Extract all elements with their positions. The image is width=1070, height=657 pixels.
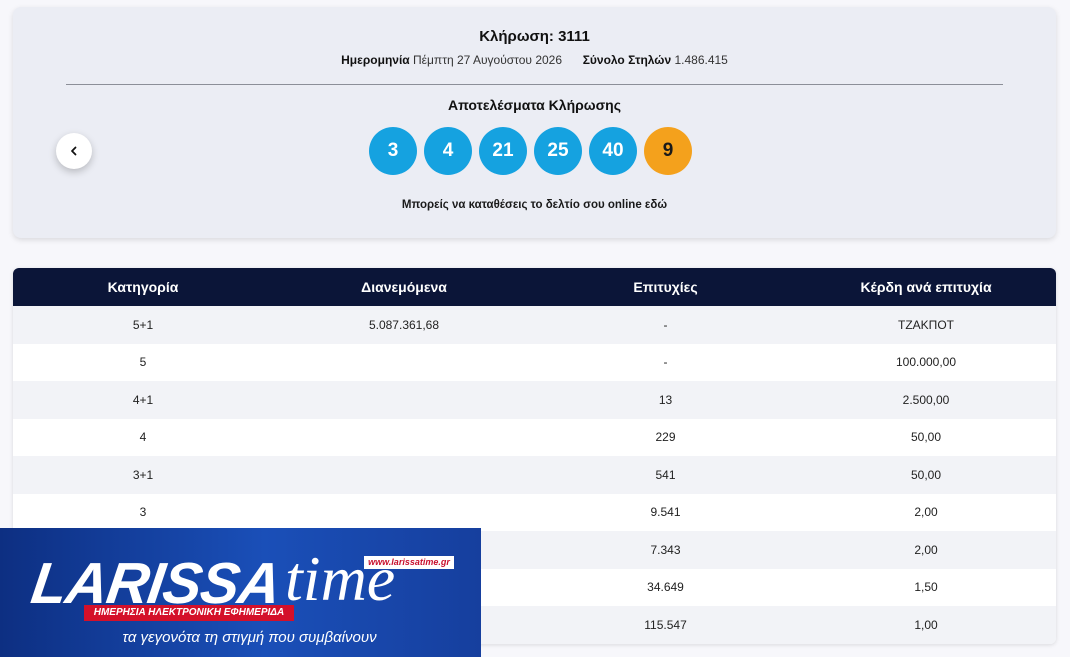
number-ball: 40 [589,127,637,175]
watermark-tagline: τα γεγονότα τη στιγμή που συμβαίνουν [122,629,377,646]
table-row: 4+1 13 2.500,00 [13,381,1056,419]
cell-prize: 2,00 [914,505,938,520]
cell-category: 4+1 [132,392,154,407]
table-row: 3+1 541 50,00 [13,456,1056,494]
header-prize: Κέρδη ανά επιτυχία [860,279,992,295]
online-bet-link[interactable]: Μπορείς να καταθέσεις το δελτίο σου onli… [13,199,1056,211]
table-row: 5 - 100.000,00 [13,343,1056,381]
cell-category: 4 [139,430,147,445]
header-distributed: Διανεμόμενα [361,279,447,295]
draw-title: Κλήρωση: 3111 [479,28,590,45]
cell-prize: 1,00 [914,617,938,632]
cell-prize: 2.500,00 [902,392,950,407]
winning-numbers: 3 4 21 25 40 9 [369,127,692,175]
draw-meta: Ημερομηνία Πέμπτη 27 Αυγούστου 2026 Σύνο… [13,53,1056,67]
number-ball: 25 [534,127,582,175]
cell-category: 5+1 [132,317,154,332]
cell-prize: 100.000,00 [895,355,957,370]
cell-winners: - [663,355,668,370]
watermark-url: www.larissatime.gr [364,556,454,569]
bonus-ball: 9 [644,127,692,175]
cell-winners: 229 [655,430,676,445]
larissatime-watermark: LARISSA time www.larissatime.gr ΗΜΕΡΗΣΙΑ… [0,528,481,657]
cell-winners: 13 [658,392,673,407]
cell-prize: 50,00 [910,430,942,445]
chevron-left-icon [71,146,77,156]
number-ball: 3 [369,127,417,175]
date-label: Ημερομηνία [341,53,410,67]
results-title: Αποτελέσματα Κλήρωσης [447,97,622,113]
table-header: Κατηγορία Διανεμόμενα Επιτυχίες Κέρδη αν… [13,268,1056,306]
columns-label: Σύνολο Στηλών [582,53,672,67]
cell-winners: 115.547 [644,617,687,632]
columns-value: 1.486.415 [674,53,728,67]
cell-winners: - [663,317,668,332]
table-row: 3 9.541 2,00 [13,493,1056,531]
cell-prize: ΤΖΑΚΠΟΤ [898,317,954,332]
divider [66,84,1003,85]
cell-prize: 1,50 [914,580,938,595]
number-ball: 21 [479,127,527,175]
cell-winners: 34.649 [647,580,684,595]
watermark-logo-script: time [285,543,396,614]
cell-winners: 9.541 [650,505,681,520]
draw-card: Κλήρωση: 3111 Ημερομηνία Πέμπτη 27 Αυγού… [13,7,1056,238]
number-ball: 4 [424,127,472,175]
cell-category: 3 [139,505,147,520]
watermark-band: ΗΜΕΡΗΣΙΑ ΗΛΕΚΤΡΟΝΙΚΗ ΕΦΗΜΕΡΙΔΑ [84,605,294,621]
cell-category: 3+1 [132,467,154,482]
header-winners: Επιτυχίες [633,279,698,295]
header-category: Κατηγορία [107,279,179,295]
date-value: Πέμπτη 27 Αυγούστου 2026 [413,53,563,67]
cell-prize: 2,00 [914,542,938,557]
cell-prize: 50,00 [910,467,942,482]
cell-category: 5 [139,355,147,370]
table-row: 5+1 5.087.361,68 - ΤΖΑΚΠΟΤ [13,306,1056,344]
table-row: 4 229 50,00 [13,418,1056,456]
previous-draw-button[interactable] [56,133,92,169]
cell-winners: 541 [655,467,676,482]
cell-distributed: 5.087.361,68 [368,317,440,332]
cell-winners: 7.343 [650,542,681,557]
